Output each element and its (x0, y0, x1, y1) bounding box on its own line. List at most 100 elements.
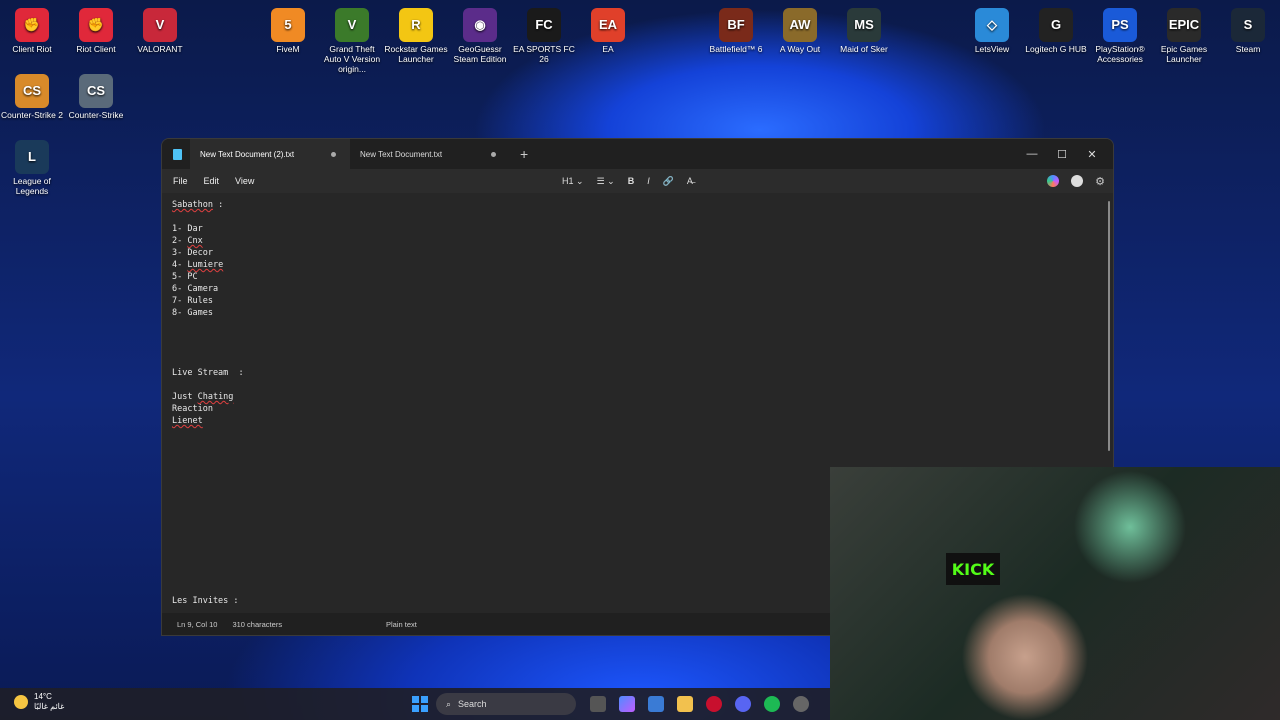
settings-gear-icon[interactable]: ⚙ (1095, 175, 1105, 188)
maximize-button[interactable]: ☐ (1047, 139, 1077, 169)
start-button-windows-icon[interactable] (412, 696, 428, 712)
app-logo-icon: ◇ (975, 8, 1009, 42)
unsaved-dot-icon[interactable] (331, 151, 336, 157)
desktop-icon-ea-sports-fc-26[interactable]: FC EA SPORTS FC 26 (512, 4, 576, 64)
italic-icon: I (647, 176, 650, 186)
spellcheck-underline[interactable]: Sabathon (172, 200, 213, 210)
desktop-icon-label: FiveM (276, 44, 300, 54)
app-logo-icon: V (335, 8, 369, 42)
menu-view[interactable]: View (232, 176, 257, 186)
task-view-icon[interactable] (590, 696, 606, 712)
title-bar: New Text Document (2).txt New Text Docum… (162, 139, 1113, 169)
editor-line: 2- Cnx (172, 236, 203, 246)
editor-line: 3- Decor (172, 248, 213, 258)
store-icon[interactable] (648, 696, 664, 712)
weather-icon (14, 695, 28, 709)
editor-line: Les Invites : (172, 596, 239, 606)
editor-line: 4- Lumiere (172, 260, 224, 270)
tab-new-text-document[interactable]: New Text Document.txt (350, 139, 510, 169)
discord-icon[interactable] (735, 696, 751, 712)
link-button[interactable]: 🔗 (663, 176, 674, 187)
desktop-icon-geoguessr-steam-edition[interactable]: ◉ GeoGuessr Steam Edition (448, 4, 512, 64)
list-icon: ☰ (596, 175, 605, 186)
app-icon[interactable] (793, 696, 809, 712)
link-icon: 🔗 (662, 175, 674, 186)
editor-lines: Sabathon : 1- Dar 2- Cnx 3- Decor 4- Lumiere… (172, 199, 1103, 427)
desktop-icon-a-way-out[interactable]: AW A Way Out (768, 4, 832, 54)
desktop-icon-logitech-g-hub[interactable]: G Logitech G HUB (1024, 4, 1088, 54)
spellcheck-underline[interactable]: Cnx (187, 236, 202, 246)
heading-icon: H1 (562, 176, 574, 186)
menu-file[interactable]: File (170, 176, 191, 186)
desktop-icon-label: Client Riot (12, 44, 52, 54)
desktop-icon-playstation-accessories[interactable]: PS PlayStation® Accessories (1088, 4, 1152, 64)
desktop-icon-letsview[interactable]: ◇ LetsView (960, 4, 1024, 54)
editor-line: 6- Camera (172, 284, 219, 294)
right-toolbar: ⚙ (1047, 169, 1105, 193)
opera-icon[interactable] (706, 696, 722, 712)
taskbar-search[interactable]: ⌕ Search (436, 693, 576, 715)
editor-line: Live Stream : (172, 368, 244, 378)
app-logo-icon: 5 (271, 8, 305, 42)
app-logo-icon: S (1231, 8, 1265, 42)
desktop-icon-grand-theft-auto-v-version-origin[interactable]: V Grand Theft Auto V Version origin... (320, 4, 384, 74)
bold-button[interactable]: B (628, 176, 635, 186)
copilot-taskbar-icon[interactable] (619, 696, 635, 712)
desktop-icon-label: Logitech G HUB (1025, 44, 1087, 54)
weather-widget[interactable]: 14°C غائم غالبًا (14, 692, 64, 712)
editor-line: Reaction (172, 404, 213, 414)
close-button[interactable]: ✕ (1077, 139, 1107, 169)
new-tab-button[interactable]: + (520, 146, 528, 162)
unsaved-dot-icon[interactable] (491, 151, 496, 157)
desktop-icon-ea[interactable]: EA EA (576, 4, 640, 54)
spellcheck-underline[interactable]: Lumiere (187, 260, 223, 270)
menu-bar: File Edit View H1 ⌄ ☰ ⌄ B I 🔗 A̶ ⚙ (162, 169, 1113, 193)
desktop-icon-counter-strike-2[interactable]: CS Counter-Strike 2 (0, 70, 64, 120)
desktop-icon-counter-strike[interactable]: CS Counter-Strike (64, 70, 128, 120)
file-type: Plain text (386, 619, 417, 629)
vertical-scrollbar[interactable] (1108, 201, 1110, 451)
desktop-icon-steam[interactable]: S Steam (1216, 4, 1280, 54)
spellcheck-underline[interactable]: Chating (198, 392, 234, 402)
heading-dropdown[interactable]: H1 ⌄ (562, 176, 584, 187)
clear-formatting-icon: A̶ (686, 176, 693, 186)
editor-line: 7- Rules (172, 296, 213, 306)
tab-label: New Text Document (2).txt (200, 149, 295, 159)
notepad-app-icon (173, 148, 182, 160)
desktop-icon-label: Epic Games Launcher (1160, 44, 1208, 64)
tab-label: New Text Document.txt (360, 149, 443, 159)
desktop-icon-battlefield-6[interactable]: BF Battlefield™ 6 (704, 4, 768, 54)
bold-icon: B (627, 176, 635, 186)
list-dropdown[interactable]: ☰ ⌄ (597, 176, 615, 187)
menu-edit[interactable]: Edit (201, 176, 223, 186)
italic-button[interactable]: I (647, 176, 650, 186)
clear-formatting-button[interactable]: A̶ (687, 176, 693, 186)
app-logo-icon: R (399, 8, 433, 42)
desktop-icon-fivem[interactable]: 5 FiveM (256, 4, 320, 54)
desktop-icon-riot-client[interactable]: ✊ Riot Client (64, 4, 128, 54)
search-icon: ⌕ (446, 698, 452, 709)
desktop-icon-label: Riot Client (76, 44, 116, 54)
account-icon[interactable] (1071, 175, 1084, 187)
tab-new-text-document-2[interactable]: New Text Document (2).txt (190, 139, 350, 169)
app-logo-icon: MS (847, 8, 881, 42)
spotify-icon[interactable] (764, 696, 780, 712)
minimize-button[interactable]: — (1017, 139, 1047, 169)
spellcheck-underline[interactable]: Lienet (172, 416, 203, 426)
desktop-icon-epic-games-launcher[interactable]: EPIC Epic Games Launcher (1152, 4, 1216, 64)
app-logo-icon: ✊ (79, 8, 113, 42)
file-explorer-icon[interactable] (677, 696, 693, 712)
desktop-icon-valorant[interactable]: V VALORANT (128, 4, 192, 54)
copilot-icon[interactable] (1047, 175, 1060, 187)
desktop-icon-label: PlayStation® Accessories (1095, 44, 1145, 64)
desktop-icon-rockstar-games-launcher[interactable]: R Rockstar Games Launcher (384, 4, 448, 64)
editor-line: 5- PC (172, 272, 198, 282)
desktop-icon-league-of-legends[interactable]: L League of Legends (0, 136, 64, 196)
desktop-icon-client-riot[interactable]: ✊ Client Riot (0, 4, 64, 54)
desktop-icon-label: Counter-Strike (68, 110, 124, 120)
desktop-icon-label: GeoGuessr Steam Edition (453, 44, 507, 64)
desktop-icon-maid-of-sker[interactable]: MS Maid of Sker (832, 4, 896, 54)
